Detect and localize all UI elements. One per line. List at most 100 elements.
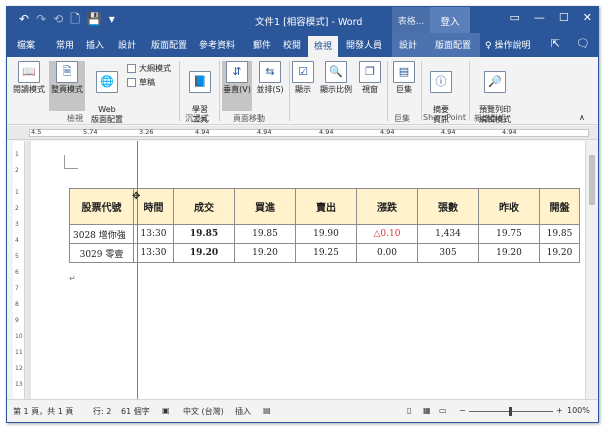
tab-view[interactable]: 檢視 xyxy=(308,36,339,57)
table-row: 3028 增你強 13:30 19.85 19.85 19.90 △0.10 1… xyxy=(69,224,580,244)
tab-insert[interactable]: 插入 xyxy=(86,38,104,51)
table-cell[interactable]: 13:30 xyxy=(133,243,174,263)
macro-icon: ▤ xyxy=(393,61,415,83)
page-count[interactable]: 第 1 頁，共 1 頁 xyxy=(13,406,73,417)
header-cell[interactable]: 賣出 xyxy=(295,188,357,225)
globe-icon: 🌐 xyxy=(96,71,118,93)
read-mode-view-icon[interactable]: ▯ xyxy=(407,406,411,415)
macros-button[interactable]: ▤ 巨集 xyxy=(390,61,418,95)
stock-table[interactable]: 股票代號 時間 成交 買進 賣出 漲跌 張數 昨收 開盤 3028 增你強 13… xyxy=(69,188,580,263)
new-document-icon[interactable]: 🗋 xyxy=(70,12,80,26)
ribbon-display-icon[interactable]: ▭ xyxy=(510,11,520,24)
repeat-icon[interactable]: ⟲ xyxy=(53,12,63,26)
collapse-ribbon-icon[interactable]: ∧ xyxy=(579,113,585,122)
vertical-scrollbar[interactable] xyxy=(585,141,598,399)
language[interactable]: 中文 (台灣) xyxy=(183,406,224,417)
word-count[interactable]: 61 個字 xyxy=(121,406,150,417)
customize-qat-icon[interactable]: ▾ xyxy=(109,12,115,26)
table-cell[interactable]: 305 xyxy=(417,243,479,263)
share-icon[interactable]: ⇱ xyxy=(551,37,560,50)
table-cell[interactable]: △0.10 xyxy=(356,224,418,244)
column-resize-guide xyxy=(137,141,138,399)
zoom-in-button[interactable]: + xyxy=(556,406,563,415)
scrollbar-thumb[interactable] xyxy=(589,155,595,205)
maximize-icon[interactable]: ☐ xyxy=(559,11,569,24)
web-layout-button[interactable]: 🌐 Web 版面配置 xyxy=(87,61,127,125)
table-tools-context-title: 表格... xyxy=(392,7,430,33)
tab-table-design[interactable]: 設計 xyxy=(399,38,417,51)
print-layout-view-icon[interactable]: ▦ xyxy=(423,406,431,415)
tell-me-search[interactable]: ♀ 操作說明 xyxy=(485,38,530,51)
header-cell[interactable]: 張數 xyxy=(417,188,479,225)
header-cell[interactable]: 開盤 xyxy=(539,188,580,225)
print-layout-button[interactable]: 🗎 整頁模式 xyxy=(49,61,85,111)
zoom-level[interactable]: 100% xyxy=(567,406,590,415)
header-cell[interactable]: 股票代號 xyxy=(69,188,134,225)
column-resize-cursor-icon[interactable]: ✥ xyxy=(132,191,140,202)
tab-home[interactable]: 常用 xyxy=(56,38,74,51)
undo-icon[interactable]: ↶ xyxy=(19,12,29,26)
outline-icon xyxy=(127,64,136,73)
minimize-icon[interactable]: — xyxy=(534,11,545,24)
tab-design[interactable]: 設計 xyxy=(118,38,136,51)
outline-button[interactable]: 大綱模式 xyxy=(127,63,171,74)
table-cell[interactable]: 19.20 xyxy=(478,243,540,263)
insert-mode[interactable]: 插入 xyxy=(235,406,251,417)
document-page[interactable]: 股票代號 時間 成交 買進 賣出 漲跌 張數 昨收 開盤 3028 增你強 13… xyxy=(31,141,591,399)
vruler-number: 8 xyxy=(15,301,19,308)
window-button[interactable]: ❐ 視窗 xyxy=(357,61,383,95)
show-button[interactable]: ☑ 顯示 xyxy=(291,61,315,95)
save-icon[interactable]: 💾 xyxy=(87,12,102,26)
table-cell[interactable]: 19.20 xyxy=(234,243,296,263)
table-cell[interactable]: 19.20 xyxy=(173,243,235,263)
record-macro-icon[interactable]: ▤ xyxy=(263,406,271,415)
tab-layout[interactable]: 版面配置 xyxy=(151,38,187,51)
redo-icon[interactable]: ↷ xyxy=(36,12,46,26)
table-cell[interactable]: 19.85 xyxy=(539,224,580,244)
zoom-out-button[interactable]: − xyxy=(459,406,466,415)
comments-icon[interactable]: 🗨 xyxy=(576,37,590,50)
header-cell[interactable]: 買進 xyxy=(234,188,296,225)
tab-developer[interactable]: 開發人員 xyxy=(346,38,382,51)
vruler-number: 3 xyxy=(15,221,19,228)
web-layout-view-icon[interactable]: ▭ xyxy=(439,406,447,415)
document-area[interactable]: 股票代號 時間 成交 買進 賣出 漲跌 張數 昨收 開盤 3028 增你強 13… xyxy=(26,141,591,399)
draft-button[interactable]: 草稿 xyxy=(127,77,155,88)
zoom-slider-thumb[interactable] xyxy=(509,407,512,416)
tab-mailings[interactable]: 郵件 xyxy=(253,38,271,51)
table-cell[interactable]: 13:30 xyxy=(133,224,174,244)
vertical-button[interactable]: ⇵ 垂直(V) xyxy=(222,61,252,111)
header-cell[interactable]: 漲跌 xyxy=(356,188,418,225)
tab-file[interactable]: 檔案 xyxy=(17,38,35,51)
tab-review[interactable]: 校閱 xyxy=(283,38,301,51)
sign-in-button[interactable]: 登入 xyxy=(430,7,470,33)
title-bar: ↶ ↷ ⟲ 🗋 💾 ▾ 文件1 [相容模式] - Word 表格... 登入 ▭… xyxy=(7,7,598,33)
table-cell[interactable]: 19.85 xyxy=(173,224,235,244)
info-icon: ⓘ xyxy=(430,71,452,93)
table-cell[interactable]: 19.20 xyxy=(539,243,580,263)
table-cell[interactable]: 3028 增你強 xyxy=(69,224,134,244)
header-cell[interactable]: 昨收 xyxy=(478,188,540,225)
learning-icon: 📘 xyxy=(189,71,211,93)
proofing-icon[interactable]: ▣ xyxy=(162,406,170,415)
table-cell[interactable]: 19.25 xyxy=(295,243,357,263)
group-label-views: 檢視 xyxy=(67,114,83,123)
header-cell[interactable]: 成交 xyxy=(173,188,235,225)
zoom-button[interactable]: 🔍 顯示比例 xyxy=(317,61,355,95)
table-cell[interactable]: 3029 零壹 xyxy=(69,243,134,263)
close-icon[interactable]: ✕ xyxy=(583,11,592,24)
vruler-number: 13 xyxy=(15,381,23,388)
horizontal-ruler[interactable]: 4.5 5.74 3.26 4.94 4.94 4.94 4.94 4.94 4… xyxy=(7,126,598,140)
table-cell[interactable]: 19.85 xyxy=(234,224,296,244)
table-cell[interactable]: 1,434 xyxy=(417,224,479,244)
read-mode-button[interactable]: 📖 閱讀模式 xyxy=(11,61,47,95)
table-cell[interactable]: 19.90 xyxy=(295,224,357,244)
tab-table-layout[interactable]: 版面配置 xyxy=(435,38,471,51)
table-cell[interactable]: 19.75 xyxy=(478,224,540,244)
table-cell[interactable]: 0.00 xyxy=(356,243,418,263)
side-by-side-button[interactable]: ⇆ 並排(S) xyxy=(254,61,286,95)
table-header-row: 股票代號 時間 成交 買進 賣出 漲跌 張數 昨收 開盤 xyxy=(69,188,580,225)
tab-references[interactable]: 參考資料 xyxy=(199,38,235,51)
vertical-ruler[interactable]: 1 2 1 2 3 4 5 6 7 8 9 10 11 12 13 xyxy=(13,141,25,399)
status-bar: 第 1 頁，共 1 頁 行: 2 61 個字 ▣ 中文 (台灣) 插入 ▤ ▯ … xyxy=(7,399,598,422)
